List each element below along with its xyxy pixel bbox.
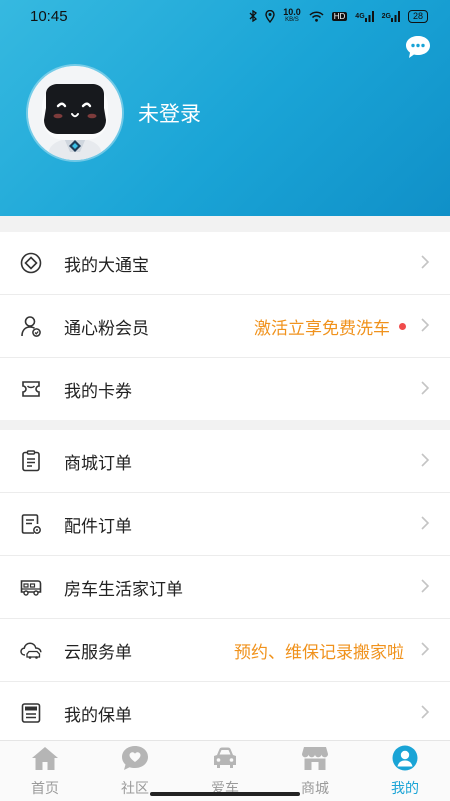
signal-2g-icon: 2G <box>381 10 400 22</box>
login-status[interactable]: 未登录 <box>138 98 201 128</box>
nav-label: 首页 <box>31 781 59 797</box>
menu-item-label: 我的保单 <box>64 706 132 726</box>
cloud-car-icon <box>20 639 42 661</box>
menu-item-coupons[interactable]: 我的卡券 <box>0 358 450 420</box>
membership-promo-text: 激活立享免费洗车 <box>254 319 390 339</box>
notification-dot <box>399 323 406 330</box>
menu-item-label: 通心粉会员 <box>64 319 149 339</box>
signal-2g-label: 2G <box>381 12 391 20</box>
avatar[interactable] <box>28 66 122 160</box>
member-icon <box>20 315 42 337</box>
profile-icon <box>391 745 419 771</box>
chevron-right-icon <box>420 254 430 270</box>
status-icons: 10.0 KB/S HD 4G 2G 28 <box>249 8 428 24</box>
speed-unit: KB/S <box>285 17 299 23</box>
order-list-icon <box>20 450 42 472</box>
menu-item-datongbao[interactable]: 我的大通宝 <box>0 232 450 295</box>
signal-4g-icon: 4G <box>355 10 374 22</box>
chevron-right-icon <box>420 704 430 720</box>
menu-item-label: 商城订单 <box>64 454 132 474</box>
menu-item-label: 我的大通宝 <box>64 256 149 276</box>
coin-icon <box>20 252 42 274</box>
menu-item-store-orders[interactable]: 商城订单 <box>0 430 450 493</box>
menu-item-rv-orders[interactable]: 房车生活家订单 <box>0 556 450 619</box>
chevron-right-icon <box>420 515 430 531</box>
community-icon <box>121 745 149 771</box>
parts-order-icon <box>20 513 42 535</box>
nav-home[interactable]: 首页 <box>0 741 90 801</box>
chevron-right-icon <box>420 317 430 333</box>
menu-group-account: 我的大通宝 通心粉会员 激活立享免费洗车 我的卡券 <box>0 232 450 420</box>
menu-item-label: 房车生活家订单 <box>64 580 183 600</box>
home-icon <box>31 745 59 771</box>
nav-label: 我的 <box>391 781 419 797</box>
cloud-service-promo-text: 预约、维保记录搬家啦 <box>234 643 404 663</box>
hd-badge: HD <box>331 11 348 21</box>
car-icon <box>211 745 239 771</box>
menu-item-insurance-policy[interactable]: 我的保单 <box>0 682 450 744</box>
chevron-right-icon <box>420 641 430 657</box>
battery-indicator: 28 <box>407 9 428 23</box>
menu-item-label: 云服务单 <box>64 643 132 663</box>
menu-item-cloud-service[interactable]: 云服务单 预约、维保记录搬家啦 <box>0 619 450 682</box>
location-icon <box>265 9 275 23</box>
wifi-icon <box>309 10 324 22</box>
status-bar: 10:45 10.0 KB/S HD 4G 2G 28 <box>0 0 450 34</box>
chevron-right-icon <box>420 578 430 594</box>
menu-item-label: 我的卡券 <box>64 382 132 402</box>
menu-group-orders: 商城订单 配件订单 房车生活家订单 云服务单 预约、维保记录搬家啦 我的保单 <box>0 430 450 744</box>
coupon-icon <box>20 378 42 400</box>
menu-item-membership[interactable]: 通心粉会员 激活立享免费洗车 <box>0 295 450 358</box>
menu-item-label: 配件订单 <box>64 517 132 537</box>
message-bubble-icon[interactable] <box>404 34 432 60</box>
chevron-right-icon <box>420 380 430 396</box>
policy-icon <box>20 702 42 724</box>
status-time: 10:45 <box>30 8 68 25</box>
rv-icon <box>20 576 42 598</box>
chevron-right-icon <box>420 452 430 468</box>
speed-value: 10.0 <box>283 7 301 17</box>
store-icon <box>301 745 329 771</box>
bluetooth-icon <box>249 10 258 22</box>
menu-item-parts-orders[interactable]: 配件订单 <box>0 493 450 556</box>
home-indicator-bar <box>150 792 300 796</box>
signal-4g-label: 4G <box>355 12 365 20</box>
nav-profile[interactable]: 我的 <box>360 741 450 801</box>
network-speed: 10.0 KB/S <box>283 8 301 24</box>
